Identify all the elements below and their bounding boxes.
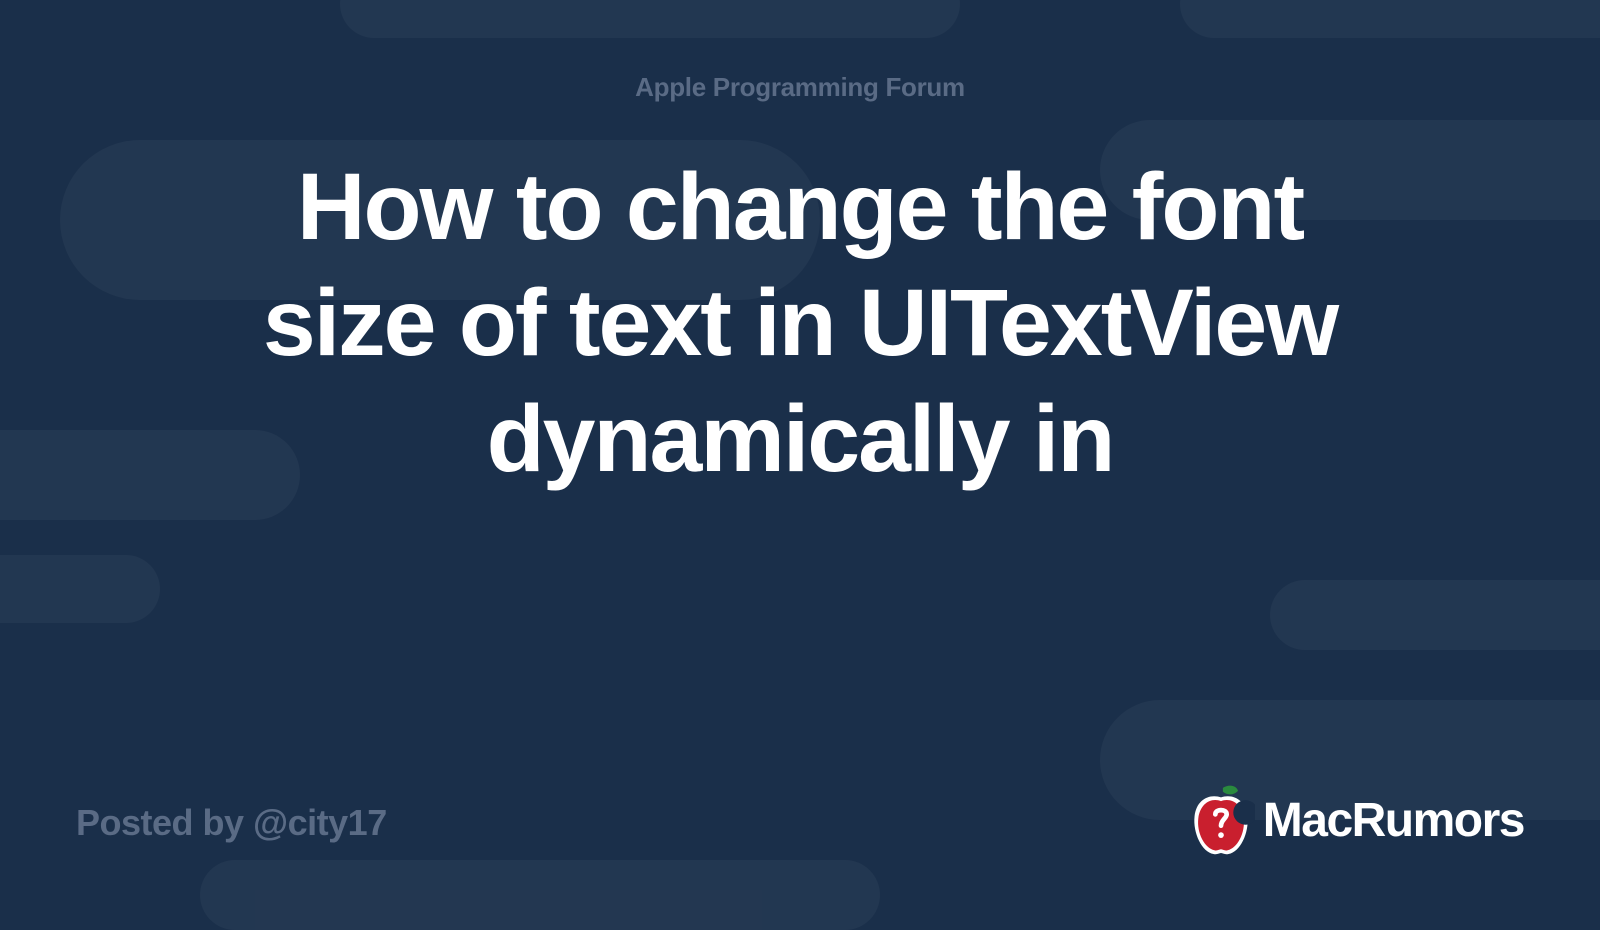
bg-bubble xyxy=(0,555,160,623)
bg-bubble xyxy=(1270,580,1600,650)
brand-logo: MacRumors xyxy=(1187,782,1524,858)
brand-name: MacRumors xyxy=(1263,793,1524,848)
bg-bubble xyxy=(340,0,960,38)
bg-bubble xyxy=(200,860,880,930)
macrumors-apple-icon xyxy=(1187,782,1255,858)
forum-label: Apple Programming Forum xyxy=(635,72,965,103)
posted-by-label: Posted by @city17 xyxy=(76,802,387,844)
thread-title: How to change the font size of text in U… xyxy=(200,150,1400,498)
bg-bubble xyxy=(1180,0,1600,38)
